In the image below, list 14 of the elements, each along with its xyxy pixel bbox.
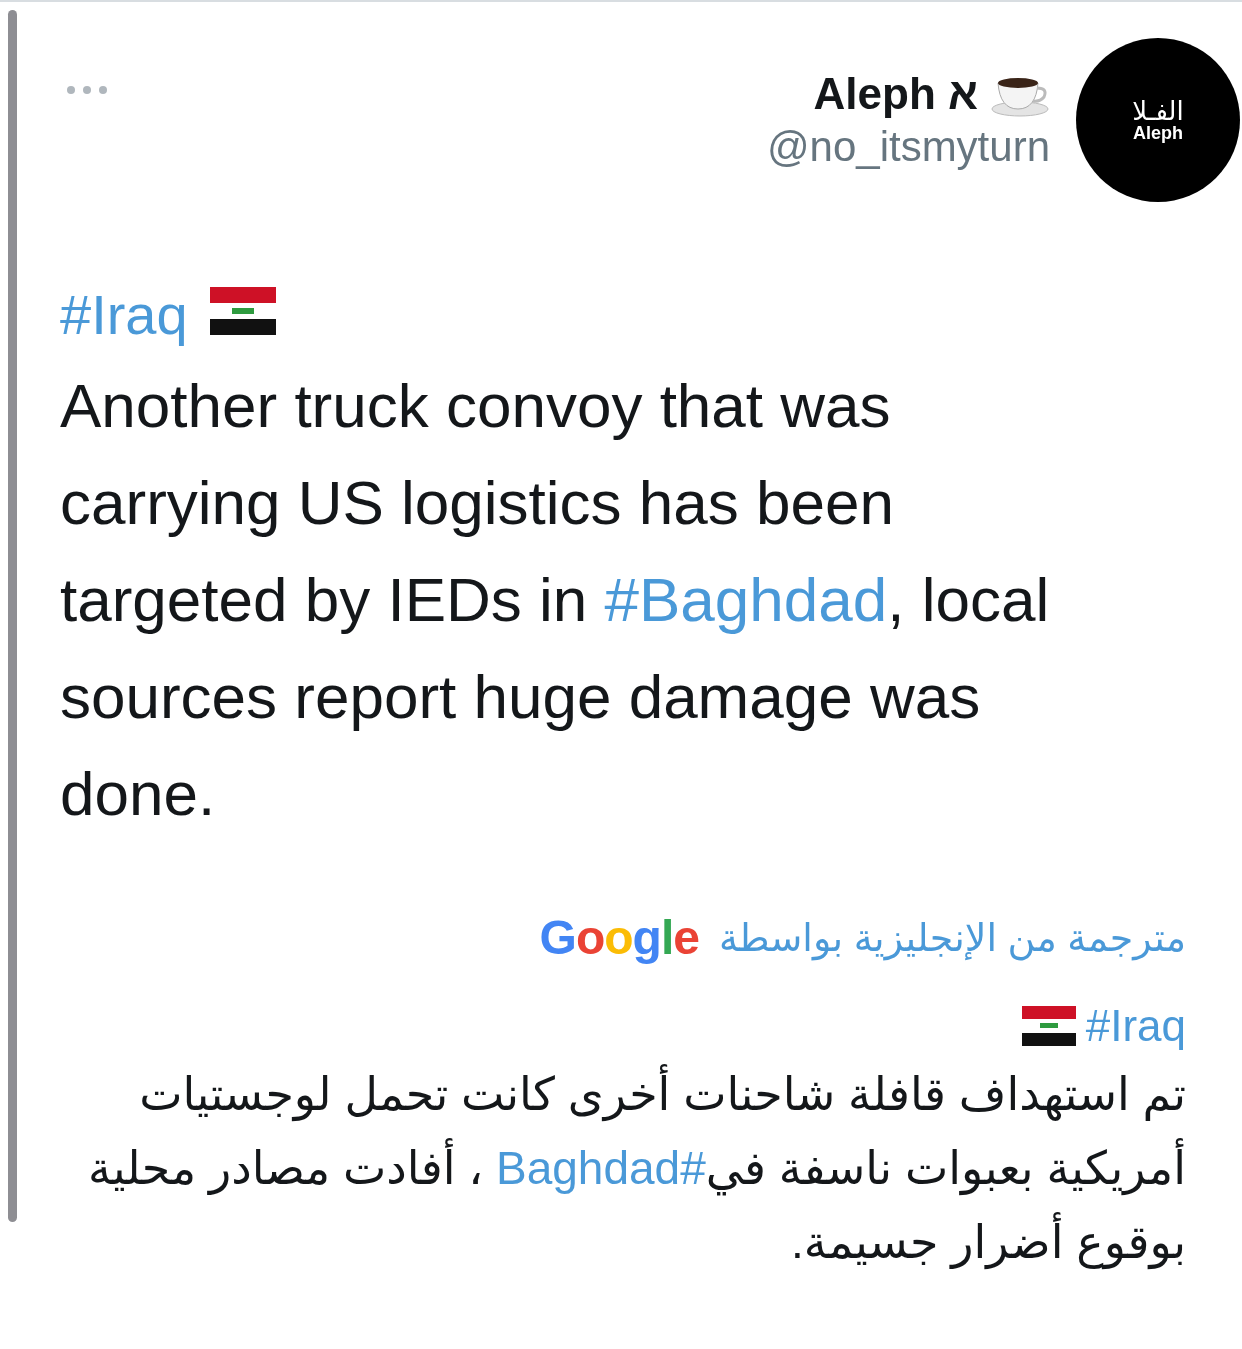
hashtag-link[interactable]: #Baghdad bbox=[604, 565, 888, 634]
author-name: Aleph א bbox=[813, 69, 978, 119]
hashtag-link[interactable]: #Iraq bbox=[1085, 1001, 1186, 1051]
flag-icon bbox=[1021, 1006, 1076, 1046]
avatar-logo-text: Aleph bbox=[1133, 124, 1183, 142]
translation-label[interactable]: مترجمة من الإنجليزية بواسطة bbox=[718, 915, 1186, 960]
more-icon[interactable] bbox=[66, 85, 108, 95]
flag-icon bbox=[209, 286, 276, 335]
avatar-logo-text: الفـلا bbox=[1132, 98, 1184, 124]
tweet-text: Another truck convoy that was carrying US logistics has been targeted by IEDs in #Baghdad, local sources report huge damage was done. bbox=[60, 370, 1051, 830]
author-handle[interactable]: @no_itsmyturn bbox=[766, 123, 1050, 171]
hashtag-link[interactable]: #Baghdad bbox=[495, 1142, 706, 1194]
google-logo: Google bbox=[539, 910, 699, 965]
hashtag-link[interactable]: #Iraq bbox=[60, 282, 188, 347]
